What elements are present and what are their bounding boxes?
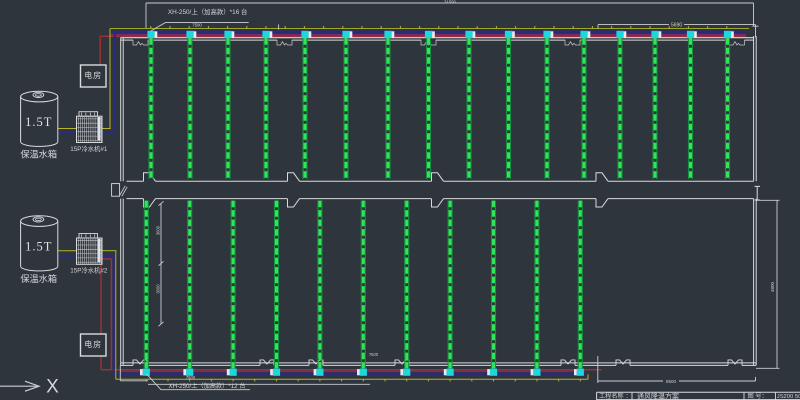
svg-text:5690: 5690 xyxy=(671,23,682,29)
svg-text:电房: 电房 xyxy=(84,339,102,349)
svg-text:1.5T: 1.5T xyxy=(25,115,52,129)
svg-text:15P冷水机#1: 15P冷水机#1 xyxy=(70,144,108,153)
svg-text:7500: 7500 xyxy=(186,375,196,380)
svg-text:JS200 50: JS200 50 xyxy=(777,394,800,400)
svg-text:3000: 3000 xyxy=(155,284,160,294)
svg-text:3000: 3000 xyxy=(155,225,160,235)
svg-text:工程名称 ：: 工程名称 ： xyxy=(599,392,632,400)
svg-text:XH-250/上（加高款）*12 台: XH-250/上（加高款）*12 台 xyxy=(169,382,246,390)
svg-text:1.5T: 1.5T xyxy=(25,240,52,254)
svg-text:X: X xyxy=(46,376,59,397)
svg-text:通风降温方案: 通风降温方案 xyxy=(637,391,679,400)
svg-text:保温水箱: 保温水箱 xyxy=(20,273,57,284)
svg-text:31500: 31500 xyxy=(444,0,456,5)
svg-text:电房: 电房 xyxy=(84,70,102,80)
svg-text:7500: 7500 xyxy=(192,23,202,28)
svg-text:4800: 4800 xyxy=(770,281,775,292)
svg-text:7500: 7500 xyxy=(369,352,379,357)
svg-text:图 号：: 图 号： xyxy=(748,393,768,400)
svg-text:XH-250/上（加高款）*16 台: XH-250/上（加高款）*16 台 xyxy=(168,7,248,16)
svg-text:15P冷水机#2: 15P冷水机#2 xyxy=(70,266,108,275)
svg-text:保温水箱: 保温水箱 xyxy=(20,149,57,160)
svg-text:8500: 8500 xyxy=(666,379,677,384)
